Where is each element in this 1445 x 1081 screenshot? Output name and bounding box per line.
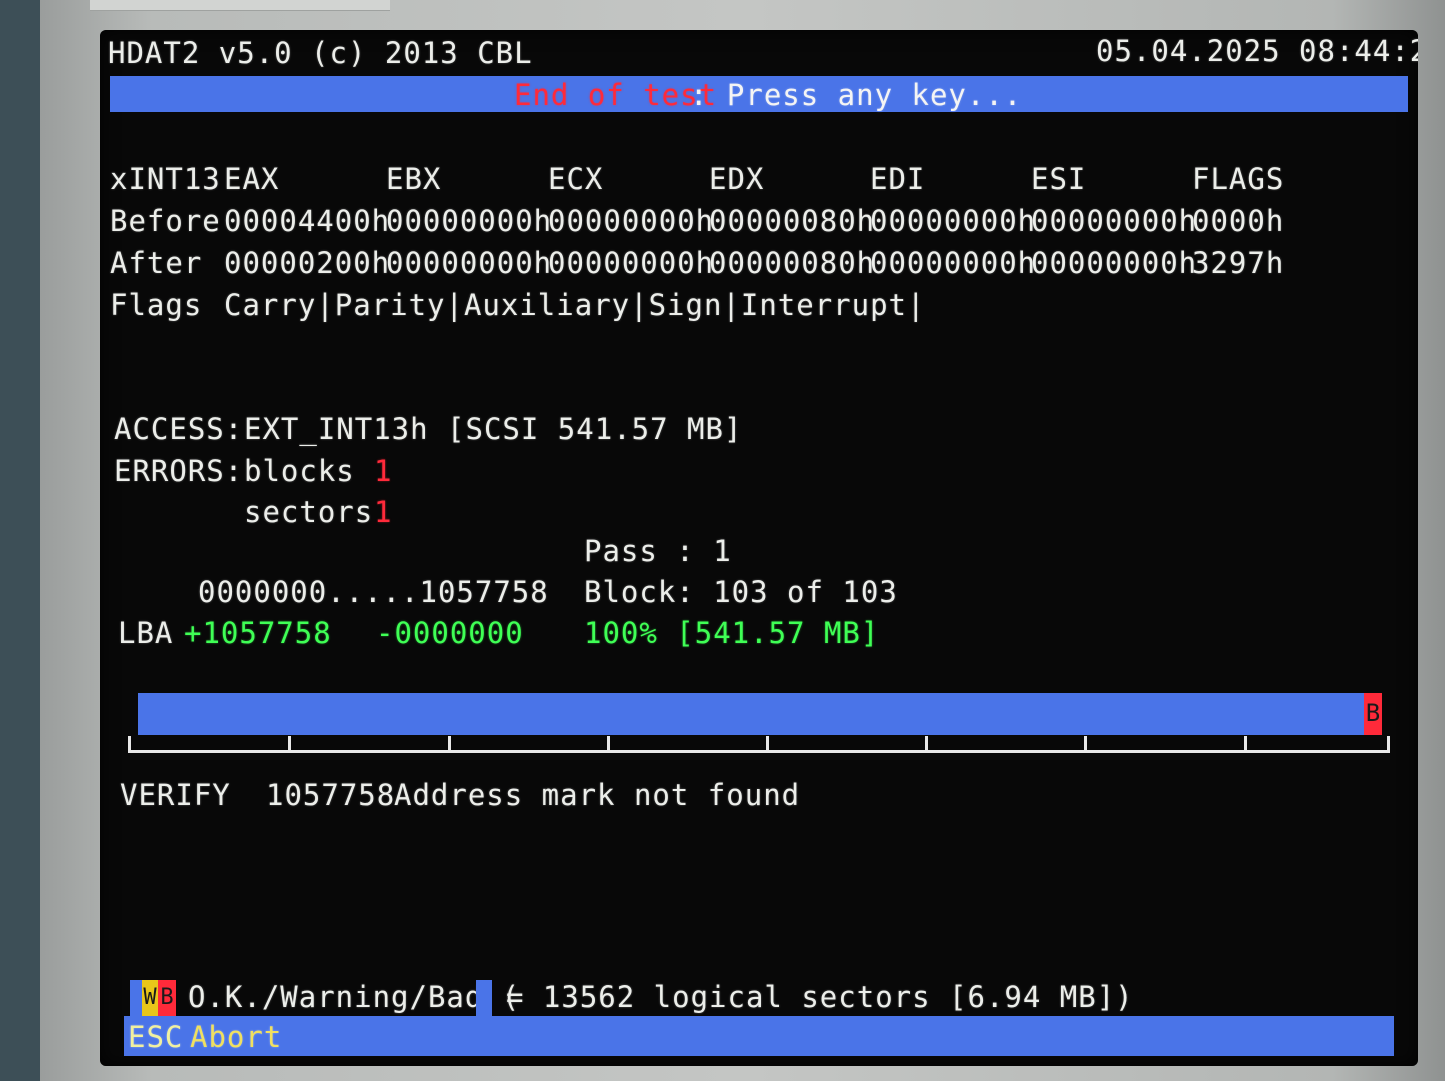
lba-plus: +1057758: [184, 616, 332, 650]
scale-tick: [607, 736, 610, 753]
reg-header-flags: FLAGS: [1192, 162, 1285, 196]
log-lba: 1057758: [266, 778, 396, 812]
reg-header-xint13: xINT13: [110, 162, 221, 196]
scale-tick: [288, 736, 291, 753]
scale-tick: [1244, 736, 1247, 753]
reg-header-esi: ESI: [1031, 162, 1087, 196]
reg-after-flags: 3297h: [1192, 246, 1285, 280]
legend-sector-info: = 13562 logical sectors [6.94 MB]): [506, 980, 1134, 1014]
scale-tick: [1084, 736, 1087, 753]
scale-tick: [448, 736, 451, 753]
datetime: 05.04.2025 08:44:29: [1096, 34, 1418, 68]
flags-value: Carry|Parity|Auxiliary|Sign|Interrupt|: [224, 288, 926, 322]
reg-before-edi: 00000000h: [870, 204, 1037, 238]
legend-text: O.K./Warning/Bad (: [188, 980, 521, 1014]
scale-tick: [128, 736, 131, 753]
block-counter: Block: 103 of 103: [584, 575, 898, 609]
legend-ok-swatch: [130, 980, 142, 1018]
scale-tick: [925, 736, 928, 753]
reg-before-eax: 00004400h: [224, 204, 391, 238]
reg-before-esi: 00000000h: [1031, 204, 1198, 238]
progress-bar-fill: [138, 693, 1364, 735]
footer-bar: [124, 1016, 1394, 1056]
dos-screen: HDAT2 v5.0 (c) 2013 CBL 05.04.2025 08:44…: [100, 30, 1418, 1066]
reg-before-ebx: 00000000h: [386, 204, 553, 238]
legend-cell-swatch: [476, 980, 492, 1018]
reg-header-ecx: ECX: [548, 162, 604, 196]
access-label: ACCESS:: [114, 412, 244, 446]
monitor-brand-strip: [90, 0, 390, 11]
reg-before-flags: 0000h: [1192, 204, 1285, 238]
reg-row-label-before: Before: [110, 204, 221, 238]
reg-after-edx: 00000080h: [709, 246, 876, 280]
scale-tick: [766, 736, 769, 753]
errors-sectors-label: sectors: [244, 495, 374, 529]
pass-label: Pass : 1: [584, 534, 732, 568]
reg-after-esi: 00000000h: [1031, 246, 1198, 280]
log-message: Address mark not found: [394, 778, 801, 812]
press-any-key-message: : Press any key...: [690, 78, 1023, 112]
reg-header-ebx: EBX: [386, 162, 442, 196]
errors-label: ERRORS:: [114, 454, 244, 488]
end-of-test-label: End of test: [514, 78, 718, 112]
reg-header-edx: EDX: [709, 162, 765, 196]
legend-warning-swatch: W: [142, 980, 158, 1018]
progress-scale: [128, 750, 1390, 753]
reg-after-edi: 00000000h: [870, 246, 1037, 280]
flags-label: Flags: [110, 288, 203, 322]
errors-sectors-value: 1: [374, 495, 393, 529]
reg-row-label-after: After: [110, 246, 203, 280]
reg-after-ebx: 00000000h: [386, 246, 553, 280]
lba-minus: -0000000: [376, 616, 524, 650]
scale-tick: [1387, 736, 1390, 753]
reg-after-ecx: 00000000h: [548, 246, 715, 280]
app-title: HDAT2 v5.0 (c) 2013 CBL: [108, 36, 533, 70]
legend-bad-swatch: B: [158, 980, 176, 1018]
reg-before-ecx: 00000000h: [548, 204, 715, 238]
errors-blocks-label: blocks: [244, 454, 355, 488]
abort-action[interactable]: Abort: [190, 1020, 282, 1054]
bad-block-marker: B: [1364, 693, 1382, 735]
percent-complete: 100% [541.57 MB]: [584, 616, 880, 650]
esc-key[interactable]: ESC: [128, 1020, 183, 1054]
reg-before-edx: 00000080h: [709, 204, 876, 238]
reg-after-eax: 00000200h: [224, 246, 391, 280]
lba-range: 0000000.....1057758: [198, 575, 549, 609]
errors-blocks-value: 1: [374, 454, 393, 488]
access-value: EXT_INT13h [SCSI 541.57 MB]: [244, 412, 743, 446]
log-operation: VERIFY: [120, 778, 231, 812]
lba-label: LBA: [118, 616, 174, 650]
reg-header-eax: EAX: [224, 162, 280, 196]
reg-header-edi: EDI: [870, 162, 926, 196]
